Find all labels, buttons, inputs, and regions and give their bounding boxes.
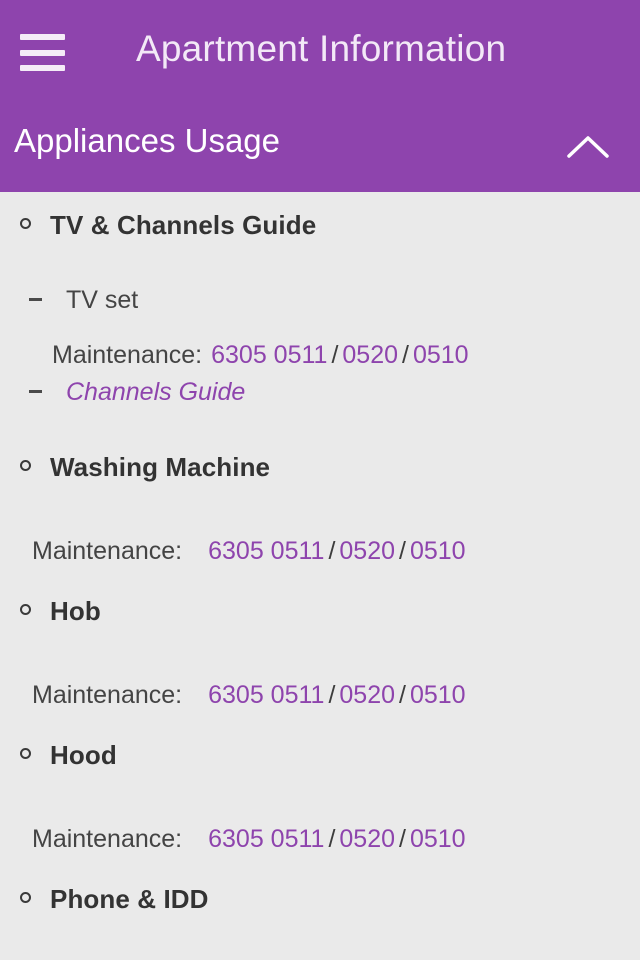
- app-root: Apartment Information Appliances Usage T…: [0, 0, 640, 960]
- section-header-appliances-usage[interactable]: Appliances Usage: [0, 106, 640, 192]
- phone-link[interactable]: 0510: [410, 825, 466, 853]
- phone-link[interactable]: 6305 0511: [208, 825, 324, 853]
- separator: /: [399, 825, 406, 853]
- chevron-up-icon[interactable]: [566, 134, 610, 160]
- separator: /: [328, 681, 336, 709]
- appliance-name: Washing Machine: [50, 452, 271, 482]
- list-item: Channels Guide: [0, 378, 640, 424]
- phone-link[interactable]: 0510: [413, 341, 469, 369]
- appliance-heading: Washing Machine: [0, 452, 640, 506]
- dash-marker-icon: [29, 390, 42, 393]
- channels-guide-link[interactable]: Channels Guide: [66, 378, 245, 407]
- appliance-list: TV & Channels Guide TV set Maintenance: 6…: [0, 192, 640, 942]
- appliance-heading: Hob: [0, 596, 640, 650]
- section-title: Appliances Usage: [14, 122, 280, 159]
- maintenance-row: Maintenance: 6305 0511/0520/0510: [0, 528, 640, 574]
- appliance-heading: Hood: [0, 740, 640, 794]
- sub-item-label: TV set: [66, 286, 139, 314]
- bullet-circle-icon: [20, 892, 31, 903]
- list-item: TV set: [0, 286, 640, 332]
- bullet-circle-icon: [20, 604, 31, 615]
- app-bar: Apartment Information: [0, 0, 640, 106]
- separator: /: [399, 681, 406, 709]
- appliance-name: Phone & IDD: [50, 884, 209, 914]
- appliance-item: Hood Maintenance: 6305 0511/0520/0510: [0, 740, 640, 862]
- hamburger-bar-1: [20, 34, 65, 40]
- appliance-name: TV & Channels Guide: [50, 210, 317, 240]
- appliance-heading: TV & Channels Guide: [0, 210, 640, 264]
- hamburger-menu-icon[interactable]: [20, 34, 65, 71]
- hamburger-bar-2: [20, 49, 65, 56]
- separator: /: [402, 341, 409, 369]
- maintenance-row: Maintenance: 6305 0511/0520/0510: [0, 816, 640, 862]
- phone-link[interactable]: 6305 0511: [211, 341, 327, 369]
- phone-link[interactable]: 0520: [342, 341, 398, 369]
- phone-link[interactable]: 6305 0511: [208, 537, 324, 565]
- maintenance-label: Maintenance:: [32, 537, 183, 565]
- bullet-circle-icon: [20, 460, 31, 471]
- separator: /: [399, 537, 406, 565]
- maintenance-label: Maintenance:: [32, 681, 183, 709]
- bullet-circle-icon: [20, 748, 31, 759]
- appliance-name: Hood: [50, 740, 117, 770]
- maintenance-row: Maintenance: 6305 0511/0520/0510: [0, 672, 640, 718]
- separator: /: [331, 341, 339, 369]
- phone-link[interactable]: 0520: [339, 825, 395, 853]
- phone-link[interactable]: 0520: [339, 681, 395, 709]
- hamburger-bar-3: [20, 65, 65, 71]
- bullet-circle-icon: [20, 218, 31, 229]
- appliance-name: Hob: [50, 596, 101, 626]
- phone-link[interactable]: 6305 0511: [208, 681, 324, 709]
- separator: /: [328, 537, 336, 565]
- maintenance-label: Maintenance:: [52, 341, 203, 369]
- maintenance-label: Maintenance:: [32, 825, 183, 853]
- maintenance-row: Maintenance: 6305 0511/0520/0510: [0, 332, 640, 378]
- appliance-item: Washing Machine Maintenance: 6305 0511/05…: [0, 452, 640, 574]
- appliance-item: Phone & IDD: [0, 884, 640, 938]
- appliance-item: TV & Channels Guide TV set Maintenance: 6…: [0, 210, 640, 424]
- phone-link[interactable]: 0510: [410, 681, 466, 709]
- separator: /: [328, 825, 336, 853]
- phone-link[interactable]: 0510: [410, 537, 466, 565]
- page-title: Apartment Information: [136, 28, 507, 69]
- appliance-item: Hob Maintenance: 6305 0511/0520/0510: [0, 596, 640, 718]
- dash-marker-icon: [29, 298, 42, 301]
- appliance-heading: Phone & IDD: [0, 884, 640, 938]
- phone-link[interactable]: 0520: [339, 537, 395, 565]
